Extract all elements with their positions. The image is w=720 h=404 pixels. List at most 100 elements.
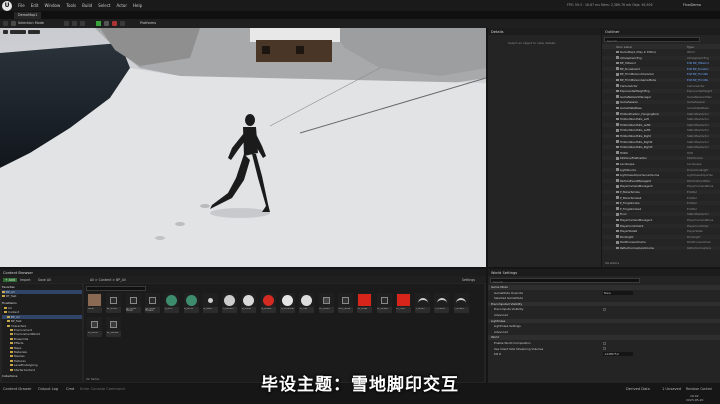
cmd-dropdown[interactable]: Cmd bbox=[66, 387, 74, 391]
folder-tree-item[interactable]: LevelPrototyping bbox=[2, 363, 82, 367]
outliner-row[interactable]: HiddenWoodSills_Right3 StaticMeshActor bbox=[602, 145, 720, 150]
folder-tree-item[interactable]: Effects bbox=[2, 341, 82, 345]
outliner-row[interactable]: PlayerState0 PlayerState bbox=[602, 229, 720, 233]
world-setting-row[interactable]: Game Mode bbox=[488, 285, 720, 290]
outliner-row[interactable]: CameraActor CameraActor bbox=[602, 84, 720, 88]
outliner-row[interactable]: PlayerCameraManager1 PlayerCameraMana bbox=[602, 218, 720, 222]
outliner-search-input[interactable]: Search bbox=[604, 37, 700, 43]
asset-tile[interactable]: MPC_Snow bbox=[337, 293, 353, 313]
selection-mode-dropdown[interactable]: Selection Mode bbox=[18, 21, 44, 25]
outliner-row[interactable]: PlayerCameraManager0 PlayerCameraMana bbox=[602, 184, 720, 188]
stop-icon[interactable] bbox=[112, 21, 117, 26]
setting-checkbox[interactable] bbox=[603, 347, 606, 351]
play-icon[interactable] bbox=[96, 21, 101, 26]
outliner-row[interactable]: P_ForgeSmoke Emitter bbox=[602, 201, 720, 206]
content-drawer-button[interactable]: Content Drawer bbox=[3, 387, 32, 391]
settings-button[interactable]: Settings bbox=[462, 278, 475, 282]
world-settings-search-input[interactable]: Search bbox=[490, 278, 640, 284]
outliner-row[interactable]: ParticleEventManager0 ParticleEventMan bbox=[602, 178, 720, 183]
outliner-row[interactable]: GameStateBase GameStateBase bbox=[602, 106, 720, 110]
outliner-row[interactable]: HiddenWoodSills_Left3 StaticMeshActor bbox=[602, 128, 720, 132]
outliner-row[interactable]: GameSession GameSession bbox=[602, 100, 720, 105]
import-button[interactable]: Import bbox=[20, 278, 31, 282]
asset-tile[interactable]: M_Snow bbox=[241, 293, 257, 313]
outliner-row[interactable]: ExponentialHeightFog ExponentialHeight bbox=[602, 89, 720, 94]
outliner-row[interactable]: HUD0 HUD bbox=[602, 151, 720, 155]
setting-checkbox[interactable] bbox=[603, 307, 606, 311]
menu-actor[interactable]: Actor bbox=[116, 3, 127, 8]
lit-dropdown[interactable] bbox=[28, 30, 40, 34]
asset-tile[interactable]: T_Brush2 bbox=[434, 293, 450, 313]
eject-icon[interactable] bbox=[120, 21, 125, 26]
menu-help[interactable]: Help bbox=[133, 3, 142, 8]
asset-tile[interactable]: M_Snow2 bbox=[260, 293, 276, 313]
outliner-row[interactable]: P_BoilerSmoke2 Emitter bbox=[602, 196, 720, 200]
setting-value-field[interactable]: -1048575.0 bbox=[603, 352, 633, 357]
save-all-button[interactable]: Save All bbox=[38, 278, 51, 282]
output-log-button[interactable]: Output Log bbox=[38, 387, 58, 391]
menu-window[interactable]: Window bbox=[44, 3, 60, 8]
world-setting-row[interactable]: Advanced bbox=[488, 313, 720, 318]
asset-tile[interactable]: M_Grid2 bbox=[183, 293, 199, 313]
world-setting-row[interactable]: Precomputed Visibility bbox=[488, 301, 720, 307]
folder-tree-item[interactable]: All bbox=[2, 306, 82, 310]
blueprint-icon[interactable] bbox=[72, 21, 77, 26]
asset-search-input[interactable] bbox=[86, 286, 146, 291]
asset-tile[interactable]: M_Trail bbox=[299, 293, 315, 313]
asset-tile[interactable]: T_Brush bbox=[415, 293, 431, 313]
asset-tile[interactable]: M_Grid bbox=[164, 293, 180, 313]
asset-tile[interactable]: BP_Show bbox=[106, 293, 122, 313]
cinematics-icon[interactable] bbox=[80, 21, 85, 26]
folder-tree-item[interactable]: Characters bbox=[2, 324, 82, 328]
column-type[interactable]: Type bbox=[687, 45, 694, 49]
outliner-row[interactable]: Floor StaticMeshActor bbox=[602, 212, 720, 217]
setting-value-field[interactable]: None bbox=[603, 290, 633, 295]
menu-select[interactable]: Select bbox=[98, 3, 110, 8]
menu-edit[interactable]: Edit bbox=[31, 3, 39, 8]
outliner-row[interactable]: HiddenWoodSills_Right StaticMeshActor bbox=[602, 134, 720, 138]
outliner-row[interactable]: AtmosphericFog AtmosphericFog bbox=[602, 55, 720, 60]
outliner-row[interactable]: GameNetworkManager GameNetworkMan bbox=[602, 95, 720, 99]
save-icon[interactable] bbox=[3, 21, 8, 26]
menu-tools[interactable]: Tools bbox=[66, 3, 76, 8]
folder-tree-item[interactable]: Content bbox=[2, 310, 82, 314]
world-setting-row[interactable]: Lightmass bbox=[488, 318, 720, 324]
console-input[interactable]: Enter Console Command bbox=[80, 387, 125, 391]
asset-tile[interactable]: Decal bbox=[87, 293, 102, 313]
outliner-row[interactable]: KillZone/FirePosition KillZVolume bbox=[602, 156, 720, 161]
asset-tile[interactable]: BP_Decal2 bbox=[106, 317, 122, 337]
outliner-row[interactable]: HiddenWoodSills_Left StaticMeshActor bbox=[602, 117, 720, 121]
outliner-row[interactable]: Landscape Landscape bbox=[602, 162, 720, 166]
outliner-row[interactable]: P_BoilerSmoke Emitter bbox=[602, 190, 720, 194]
asset-tile[interactable]: M_Mesh bbox=[202, 293, 218, 313]
unsaved-button[interactable]: 1 Unsaved bbox=[662, 387, 681, 391]
asset-tile[interactable]: M_SnowTrail bbox=[280, 293, 295, 313]
outliner-row[interactable]: HiddenWoodSills_Left2 StaticMeshActor bbox=[602, 122, 720, 127]
asset-tile[interactable]: RT_Draw bbox=[357, 293, 373, 313]
asset-tile[interactable]: T_Brush3 bbox=[453, 293, 469, 313]
outliner-row[interactable]: HiddenWoodSills_Right2 StaticMeshActor bbox=[602, 140, 720, 144]
asset-tile[interactable]: BP_Show Mover bbox=[125, 293, 141, 313]
outliner-row[interactable]: PostProcessVolume PostProcessVolum bbox=[602, 240, 720, 244]
outliner-row[interactable]: BP_Hiltwind Edit BP_Hiltwind bbox=[602, 61, 720, 65]
revision-control-button[interactable]: Revision Control bbox=[686, 387, 712, 391]
folder-tree-item[interactable]: BP_All bbox=[2, 314, 82, 319]
favorites-header[interactable]: Favorites bbox=[2, 285, 82, 289]
asset-tile[interactable]: BP_Show Mover2 bbox=[144, 293, 160, 313]
project-header[interactable]: FinalDemo bbox=[2, 301, 82, 305]
column-item-label[interactable]: Item Label bbox=[616, 45, 632, 49]
outliner-row[interactable]: BP_ThirdPersonCharacter Edit BP_ThirdPe bbox=[602, 72, 720, 76]
setting-checkbox[interactable] bbox=[603, 341, 606, 345]
folder-tree-item[interactable]: BP_Test bbox=[2, 319, 82, 323]
derived-data-button[interactable]: Derived Data bbox=[626, 387, 650, 391]
viewport-options-icon[interactable] bbox=[3, 30, 8, 34]
outliner-row[interactable]: ReflectionCaptureVolume ReflectionCapture bbox=[602, 246, 720, 250]
perspective-dropdown[interactable] bbox=[10, 30, 26, 34]
outliner-row[interactable]: BP_Snowboard Edit BP_Snowbo bbox=[602, 66, 720, 71]
outliner-row[interactable]: BP_ThirdPersonGameMode Edit BP_ThirdPe bbox=[602, 78, 720, 82]
folder-tree-item[interactable]: Maps bbox=[2, 346, 82, 350]
asset-tile[interactable]: RT_Trail bbox=[395, 293, 411, 313]
asset-tile[interactable]: RT_Draw2 bbox=[376, 293, 392, 313]
outliner-row[interactable]: P_ForgeSmoke2 Emitter bbox=[602, 207, 720, 211]
folder-tree-item[interactable]: Meshes bbox=[2, 354, 82, 358]
